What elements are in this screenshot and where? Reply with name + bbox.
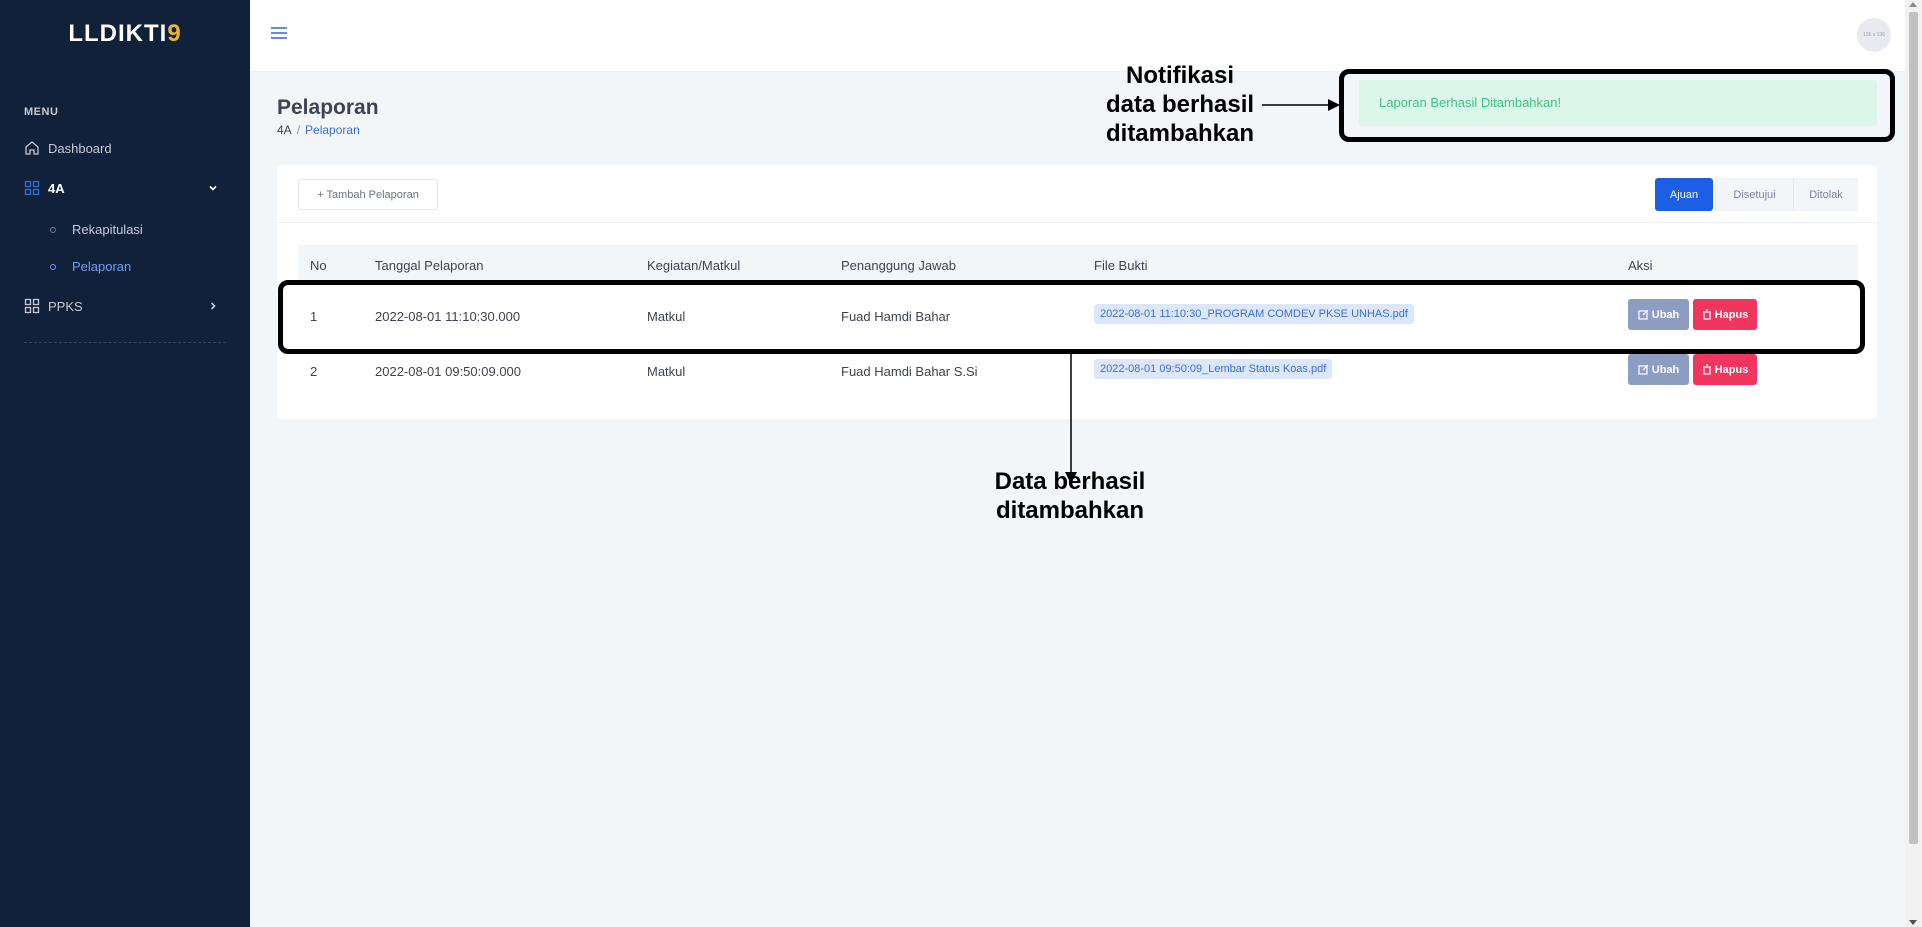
annotation-arrows xyxy=(1065,99,1340,484)
